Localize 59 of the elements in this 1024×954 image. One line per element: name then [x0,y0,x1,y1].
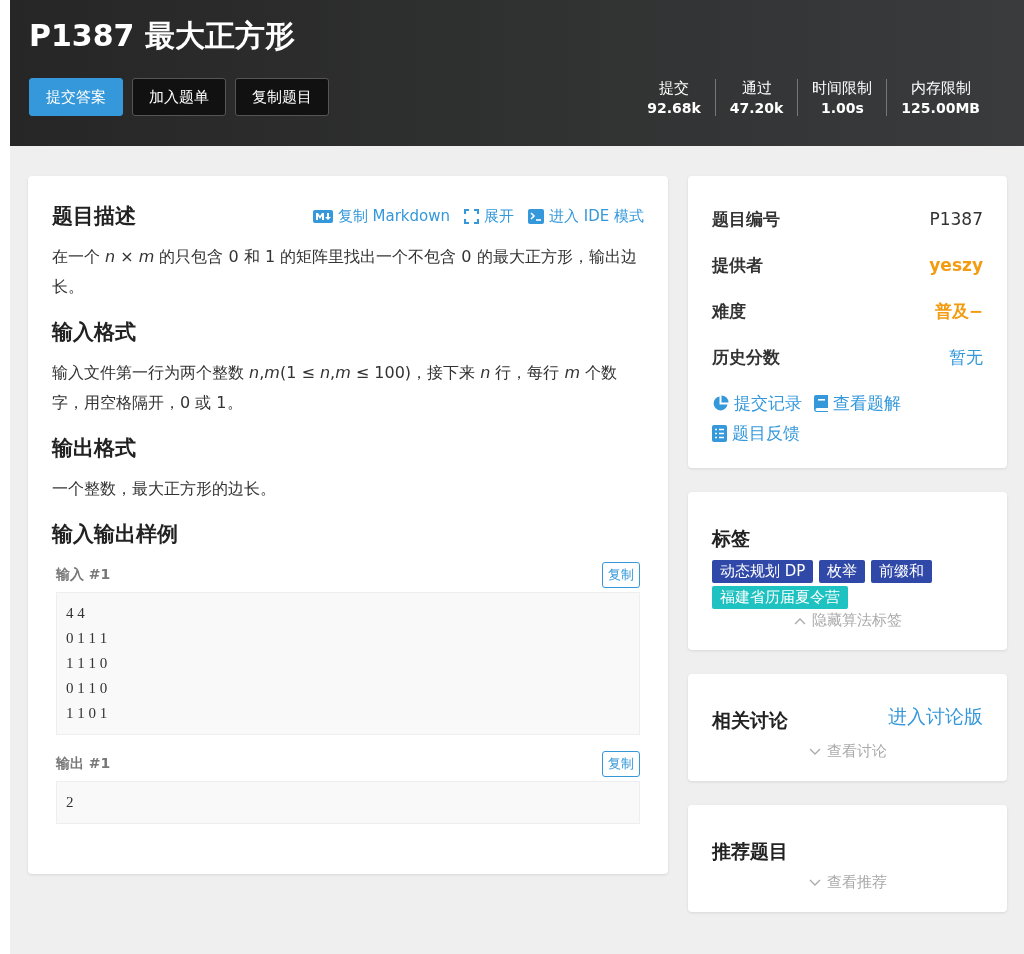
stat-value: 125.00MB [901,99,980,116]
card-title: 推荐题目 [712,839,789,864]
header-button[interactable]: 加入题单 [132,78,226,116]
pie-chart-icon [712,394,729,412]
section-heading: 输入格式 [52,319,137,346]
list-icon [712,424,727,442]
action-link[interactable]: 复制 Markdown [312,206,450,226]
description-text: 在一个 n × m 的只包含 0 和 1 的矩阵里找出一个不包含 0 的最大正方形，输出边长。 [52,246,638,298]
chevron-down-icon [808,747,821,756]
terminal-icon [528,208,544,224]
info-label: 提供者 [712,253,763,277]
info-label: 历史分数 [712,345,780,369]
card-title: 标签 [712,526,751,551]
info-value: P1387 [929,209,983,229]
stat-label: 内存限制 [910,78,971,98]
header-button[interactable]: 复制题目 [235,78,329,116]
info-link[interactable]: 查看题解 [814,388,901,418]
header-button[interactable]: 提交答案 [29,78,123,116]
info-link[interactable]: 提交记录 [712,388,802,418]
chevron-down-icon [808,878,821,887]
copy-button[interactable]: 复制 [602,751,640,777]
chevron-up-icon [793,616,806,625]
section-heading: 输出格式 [52,435,137,462]
tag[interactable]: 福建省历届夏令营 [712,586,848,609]
stat-value: 92.68k [647,99,701,116]
toggle-link[interactable]: 查看讨论 [808,742,887,761]
stat-label: 提交 [658,78,689,98]
book-icon [814,394,828,412]
info-label: 题目编号 [712,207,780,231]
info-value[interactable]: 普及− [934,299,983,323]
tag[interactable]: 前缀和 [871,560,933,583]
toggle-link[interactable]: 查看推荐 [808,873,887,892]
output-format-text: 一个整数，最大正方形的边长。 [52,478,277,500]
stat-value: 1.00s [820,99,864,116]
tag[interactable]: 动态规划 DP [712,560,814,583]
problem-title: P1387 最大正方形 [29,17,296,55]
tag[interactable]: 枚举 [819,560,866,583]
action-link[interactable]: 展开 [464,206,514,226]
stat-value: 47.20k [729,99,784,116]
card-title: 相关讨论 [712,708,788,733]
section-heading: 输入输出样例 [52,521,179,548]
action-link[interactable]: 进入 IDE 模式 [528,206,644,226]
info-value[interactable]: yeszy [929,255,983,275]
input-format-text: 输入文件第一行为两个整数 n,m(1 ≤ n,m ≤ 100)，接下来 n 行，每行 m 个数字，用空格隔开，0 或 1。 [52,362,619,414]
stat-label: 通过 [741,78,772,98]
sample-code: 2 [56,781,640,824]
markdown-icon [312,209,333,223]
sample-code: 4 4 0 1 1 1 1 1 1 0 0 1 1 0 1 1 0 1 [56,592,640,735]
expand-icon [464,208,479,224]
section-heading: 题目描述 [52,203,136,230]
stat-label: 时间限制 [812,78,873,98]
sample-label: 输出 #1 [56,755,111,773]
copy-button[interactable]: 复制 [602,562,640,588]
info-label: 难度 [712,299,746,323]
info-link[interactable]: 题目反馈 [712,418,800,448]
toggle-link[interactable]: 隐藏算法标签 [793,611,902,630]
discussion-link[interactable]: 进入讨论版 [888,704,983,730]
sample-label: 输入 #1 [56,566,111,584]
info-value[interactable]: 暂无 [949,345,983,369]
